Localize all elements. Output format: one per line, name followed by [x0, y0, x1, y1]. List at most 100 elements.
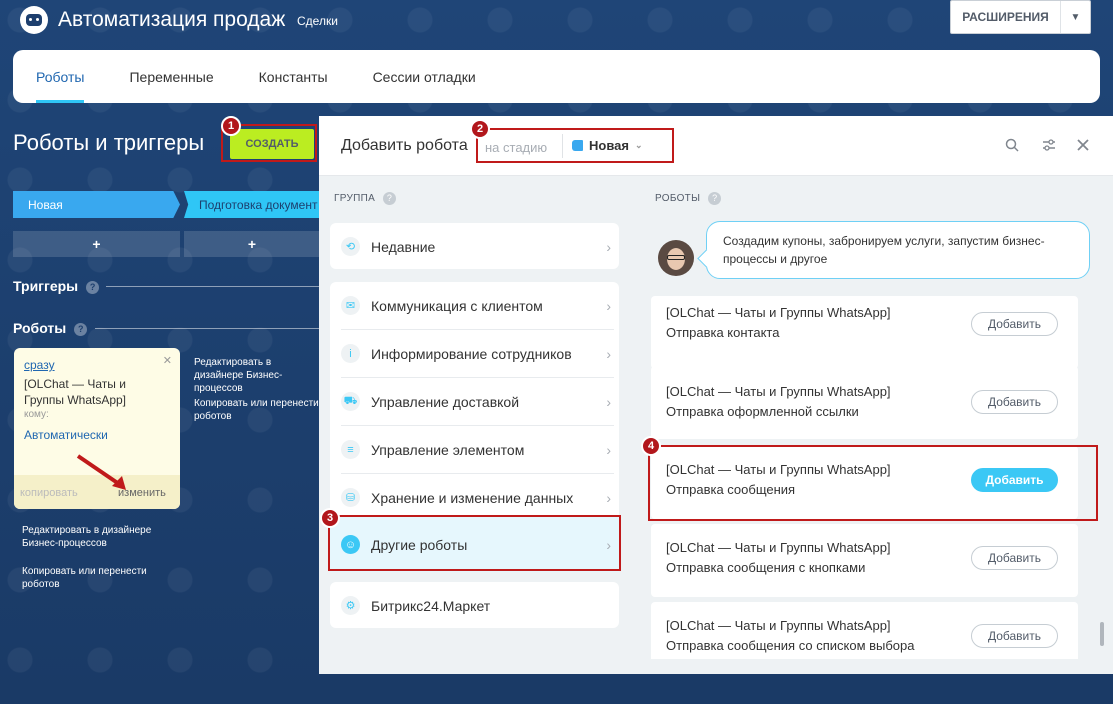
- chevron-right-icon: ›: [606, 297, 611, 314]
- app-title: Автоматизация продаж: [58, 8, 286, 31]
- group-item-label: Коммуникация с клиентом: [371, 297, 543, 314]
- robots-label-text: РОБОТЫ: [655, 193, 701, 205]
- group-item-delivery[interactable]: ⛟ Управление доставкой ›: [341, 378, 619, 425]
- robot-to-value[interactable]: Автоматически: [24, 428, 108, 442]
- triggers-label-text: Триггеры: [13, 278, 79, 294]
- copy-move-link[interactable]: Копировать или перенести роботов: [22, 565, 172, 591]
- robot-name: [OLChat — Чаты и Группы WhatsApp]: [24, 377, 127, 407]
- database-icon: ⛁: [341, 488, 360, 507]
- group-item-label: Недавние: [371, 238, 436, 255]
- close-icon[interactable]: ✕: [163, 354, 172, 367]
- tab-debug-sessions[interactable]: Сессии отладки: [373, 50, 476, 103]
- chevron-right-icon: ›: [606, 489, 611, 506]
- add-stage-button[interactable]: +: [13, 231, 180, 257]
- triggers-label: Триггеры?: [13, 278, 100, 294]
- highlight-frame: [476, 128, 674, 163]
- close-icon[interactable]: [1074, 136, 1092, 154]
- robot-list-item: [OLChat — Чаты и Группы WhatsApp] Отправ…: [651, 296, 1078, 369]
- tabs-panel: Роботы Переменные Константы Сессии отлад…: [13, 50, 1100, 103]
- create-button[interactable]: СОЗДАТЬ: [230, 129, 314, 159]
- robot-to-label: кому:: [24, 409, 49, 420]
- truck-icon: ⛟: [341, 392, 360, 411]
- group-label: ГРУППА?: [334, 192, 397, 205]
- market-icon: ⚙: [341, 596, 360, 615]
- top-bar: Автоматизация продаж Сделки РАСШИРЕНИЯ ▼: [0, 0, 1113, 44]
- chevron-right-icon: ›: [606, 441, 611, 458]
- info-icon: i: [341, 344, 360, 363]
- group-label-text: ГРУППА: [334, 193, 376, 205]
- robots-label: РОБОТЫ?: [655, 192, 722, 205]
- hint-bubble: Создадим купоны, забронируем услуги, зап…: [706, 221, 1090, 279]
- edit-in-designer-link[interactable]: Редактировать в дизайнере Бизнес-процесс…: [194, 356, 322, 395]
- add-robot-button[interactable]: Добавить: [971, 546, 1058, 570]
- edit-in-designer-link[interactable]: Редактировать в дизайнере Бизнес-процесс…: [22, 524, 172, 550]
- chevron-right-icon: ›: [606, 238, 611, 255]
- add-robot-button[interactable]: Добавить: [971, 390, 1058, 414]
- group-item-label: Информирование сотрудников: [371, 345, 572, 362]
- step-badge-1: 1: [221, 116, 241, 136]
- robot-logo-icon: [20, 6, 48, 34]
- copy-button[interactable]: копировать: [20, 487, 78, 499]
- settings-sliders-icon[interactable]: [1040, 136, 1058, 154]
- dialog-title: Добавить робота: [341, 137, 468, 154]
- extensions-label: РАСШИРЕНИЯ: [962, 10, 1049, 24]
- group-item-market[interactable]: ⚙ Битрикс24.Маркет: [341, 582, 619, 629]
- help-icon[interactable]: ?: [708, 192, 722, 205]
- group-item-label: Управление доставкой: [371, 393, 520, 410]
- robot-list-item: [OLChat — Чаты и Группы WhatsApp] Отправ…: [651, 366, 1078, 439]
- robot-provider: [OLChat — Чаты и Группы WhatsApp]: [666, 305, 891, 320]
- filter-icon: ≡: [341, 440, 360, 459]
- arrow-icon: [76, 454, 126, 490]
- highlight-frame: [648, 445, 1098, 521]
- app-subtitle: Сделки: [297, 14, 338, 28]
- help-icon[interactable]: ?: [74, 322, 88, 336]
- robot-provider: [OLChat — Чаты и Группы WhatsApp]: [666, 618, 891, 633]
- tab-constants[interactable]: Константы: [259, 50, 328, 103]
- help-icon[interactable]: ?: [383, 192, 397, 205]
- chevron-right-icon: ›: [606, 393, 611, 410]
- group-item-recent[interactable]: ⟲ Недавние ›: [341, 223, 619, 270]
- step-badge-2: 2: [470, 119, 490, 139]
- robot-title: Отправка сообщения со списком выбора: [666, 638, 915, 653]
- robots-label: Роботы?: [13, 320, 88, 336]
- robot-when-link[interactable]: сразу: [24, 358, 55, 372]
- add-robot-button[interactable]: Добавить: [971, 624, 1058, 648]
- page-title: Роботы и триггеры: [13, 130, 205, 155]
- copy-move-link[interactable]: Копировать или перенести роботов: [194, 397, 322, 423]
- robot-list-item: [OLChat — Чаты и Группы WhatsApp] Отправ…: [651, 602, 1078, 659]
- robot-title: Отправка оформленной ссылки: [666, 404, 859, 419]
- robot-title: Отправка контакта: [666, 325, 780, 340]
- highlight-frame: [328, 515, 621, 571]
- help-icon[interactable]: ?: [86, 280, 100, 294]
- group-item-communication[interactable]: ✉ Коммуникация с клиентом ›: [341, 282, 619, 329]
- history-icon: ⟲: [341, 237, 360, 256]
- add-stage-button[interactable]: +: [184, 231, 320, 257]
- group-item-element[interactable]: ≡ Управление элементом ›: [341, 426, 619, 473]
- robots-label-text: Роботы: [13, 320, 67, 336]
- step-badge-4: 4: [641, 436, 661, 456]
- stage-new[interactable]: Новая: [13, 191, 180, 218]
- tab-variables[interactable]: Переменные: [129, 50, 213, 103]
- add-robot-button[interactable]: Добавить: [971, 312, 1058, 336]
- extensions-button[interactable]: РАСШИРЕНИЯ ▼: [950, 0, 1091, 34]
- robot-title: Отправка сообщения с кнопками: [666, 560, 866, 575]
- robot-provider: [OLChat — Чаты и Группы WhatsApp]: [666, 540, 891, 555]
- robot-provider: [OLChat — Чаты и Группы WhatsApp]: [666, 384, 891, 399]
- stage-doc-prep[interactable]: Подготовка документ: [184, 191, 324, 218]
- tab-robots[interactable]: Роботы: [36, 50, 85, 103]
- scrollbar[interactable]: [1100, 622, 1104, 646]
- chat-icon: ✉: [341, 296, 360, 315]
- divider: [95, 328, 320, 329]
- group-item-label: Битрикс24.Маркет: [371, 597, 491, 614]
- search-icon[interactable]: [1003, 136, 1021, 154]
- group-item-data[interactable]: ⛁ Хранение и изменение данных ›: [341, 474, 619, 521]
- dialog-header: Добавить робота на стадию Новая ⌄: [319, 116, 1113, 176]
- chevron-down-icon[interactable]: ▼: [1060, 1, 1090, 33]
- step-badge-3: 3: [320, 508, 340, 528]
- group-item-informing[interactable]: i Информирование сотрудников ›: [341, 330, 619, 377]
- divider: [106, 286, 320, 287]
- group-item-label: Управление элементом: [371, 441, 525, 458]
- chevron-right-icon: ›: [606, 345, 611, 362]
- robot-list-item: [OLChat — Чаты и Группы WhatsApp] Отправ…: [651, 524, 1078, 597]
- group-item-label: Хранение и изменение данных: [371, 489, 574, 506]
